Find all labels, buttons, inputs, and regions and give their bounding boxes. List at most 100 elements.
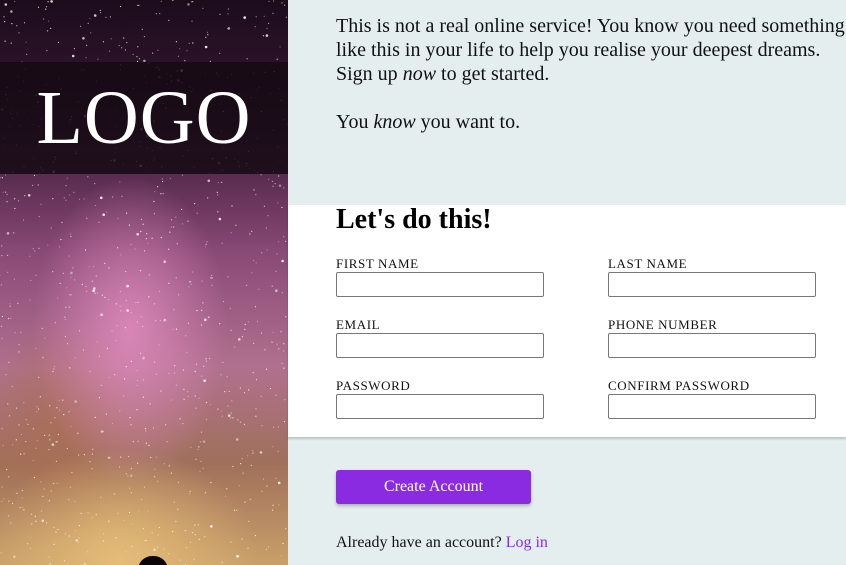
star — [250, 464, 252, 466]
star — [6, 232, 10, 235]
intro-line-4-post: you want to. — [415, 111, 521, 133]
star — [88, 266, 90, 268]
confirm-password-input[interactable] — [608, 394, 816, 419]
star — [278, 241, 280, 243]
intro-line-3-pre: Sign up — [336, 63, 403, 85]
star — [68, 255, 70, 257]
star — [30, 513, 33, 515]
star — [205, 358, 207, 360]
star — [112, 196, 114, 198]
star — [170, 399, 173, 401]
star — [137, 301, 139, 303]
star — [65, 199, 67, 201]
star — [187, 220, 189, 222]
star — [86, 44, 88, 46]
star — [11, 23, 13, 25]
star — [90, 32, 92, 34]
star — [134, 248, 136, 250]
star — [284, 399, 286, 401]
star — [89, 370, 91, 373]
star — [124, 49, 127, 51]
star — [258, 288, 260, 290]
star — [154, 468, 156, 470]
email-input[interactable] — [336, 333, 544, 358]
star — [34, 250, 36, 252]
star — [92, 448, 94, 450]
star — [100, 430, 104, 433]
star — [179, 48, 181, 50]
star — [168, 282, 170, 284]
star — [9, 303, 11, 305]
star — [155, 373, 157, 375]
star — [135, 302, 137, 304]
star — [199, 441, 202, 443]
star — [118, 45, 120, 47]
star — [268, 546, 270, 548]
intro-line-3: Sign up now to get started. — [336, 62, 846, 86]
star — [75, 539, 79, 542]
star — [38, 247, 40, 249]
star — [1, 427, 3, 430]
star — [0, 177, 1, 179]
star — [65, 185, 67, 187]
star — [195, 363, 198, 365]
star — [137, 440, 139, 442]
star — [273, 426, 275, 428]
star — [0, 274, 1, 276]
star — [244, 501, 246, 503]
star — [49, 405, 51, 407]
password-input[interactable] — [336, 394, 544, 419]
login-link[interactable]: Log in — [506, 534, 548, 551]
star — [204, 536, 206, 538]
star — [94, 416, 96, 418]
star — [13, 232, 15, 234]
star — [136, 409, 138, 411]
star — [102, 540, 105, 542]
star — [59, 246, 61, 248]
star — [11, 444, 13, 446]
star — [35, 520, 37, 522]
star — [244, 328, 246, 330]
star — [16, 25, 18, 27]
star — [190, 446, 192, 448]
star — [138, 58, 141, 60]
star — [192, 42, 194, 44]
star — [40, 510, 43, 512]
star — [173, 501, 175, 503]
star — [175, 277, 177, 279]
star — [231, 400, 233, 402]
star — [86, 290, 88, 292]
star — [41, 327, 43, 329]
star — [53, 526, 55, 528]
phone-input[interactable] — [608, 333, 816, 358]
star — [25, 419, 27, 421]
star — [224, 391, 226, 393]
star — [101, 294, 103, 296]
create-account-button[interactable]: Create Account — [336, 470, 531, 504]
star — [27, 543, 29, 545]
star — [160, 0, 162, 2]
star — [57, 528, 59, 531]
star — [141, 28, 143, 30]
star — [126, 284, 129, 288]
star — [206, 31, 209, 33]
star — [70, 235, 72, 237]
star — [173, 226, 175, 228]
star — [262, 35, 265, 37]
star — [217, 182, 219, 184]
star — [177, 481, 180, 483]
star — [207, 197, 209, 199]
star — [145, 238, 147, 240]
first-name-input[interactable] — [336, 272, 544, 297]
star — [78, 198, 81, 200]
login-prompt: Already have an account? Log in — [336, 533, 548, 553]
star — [111, 422, 113, 425]
star — [93, 14, 97, 17]
last-name-input[interactable] — [608, 272, 816, 297]
star — [142, 223, 144, 225]
star — [64, 533, 67, 535]
star — [202, 302, 204, 304]
star — [272, 504, 274, 506]
star — [276, 343, 278, 345]
star — [159, 13, 161, 15]
